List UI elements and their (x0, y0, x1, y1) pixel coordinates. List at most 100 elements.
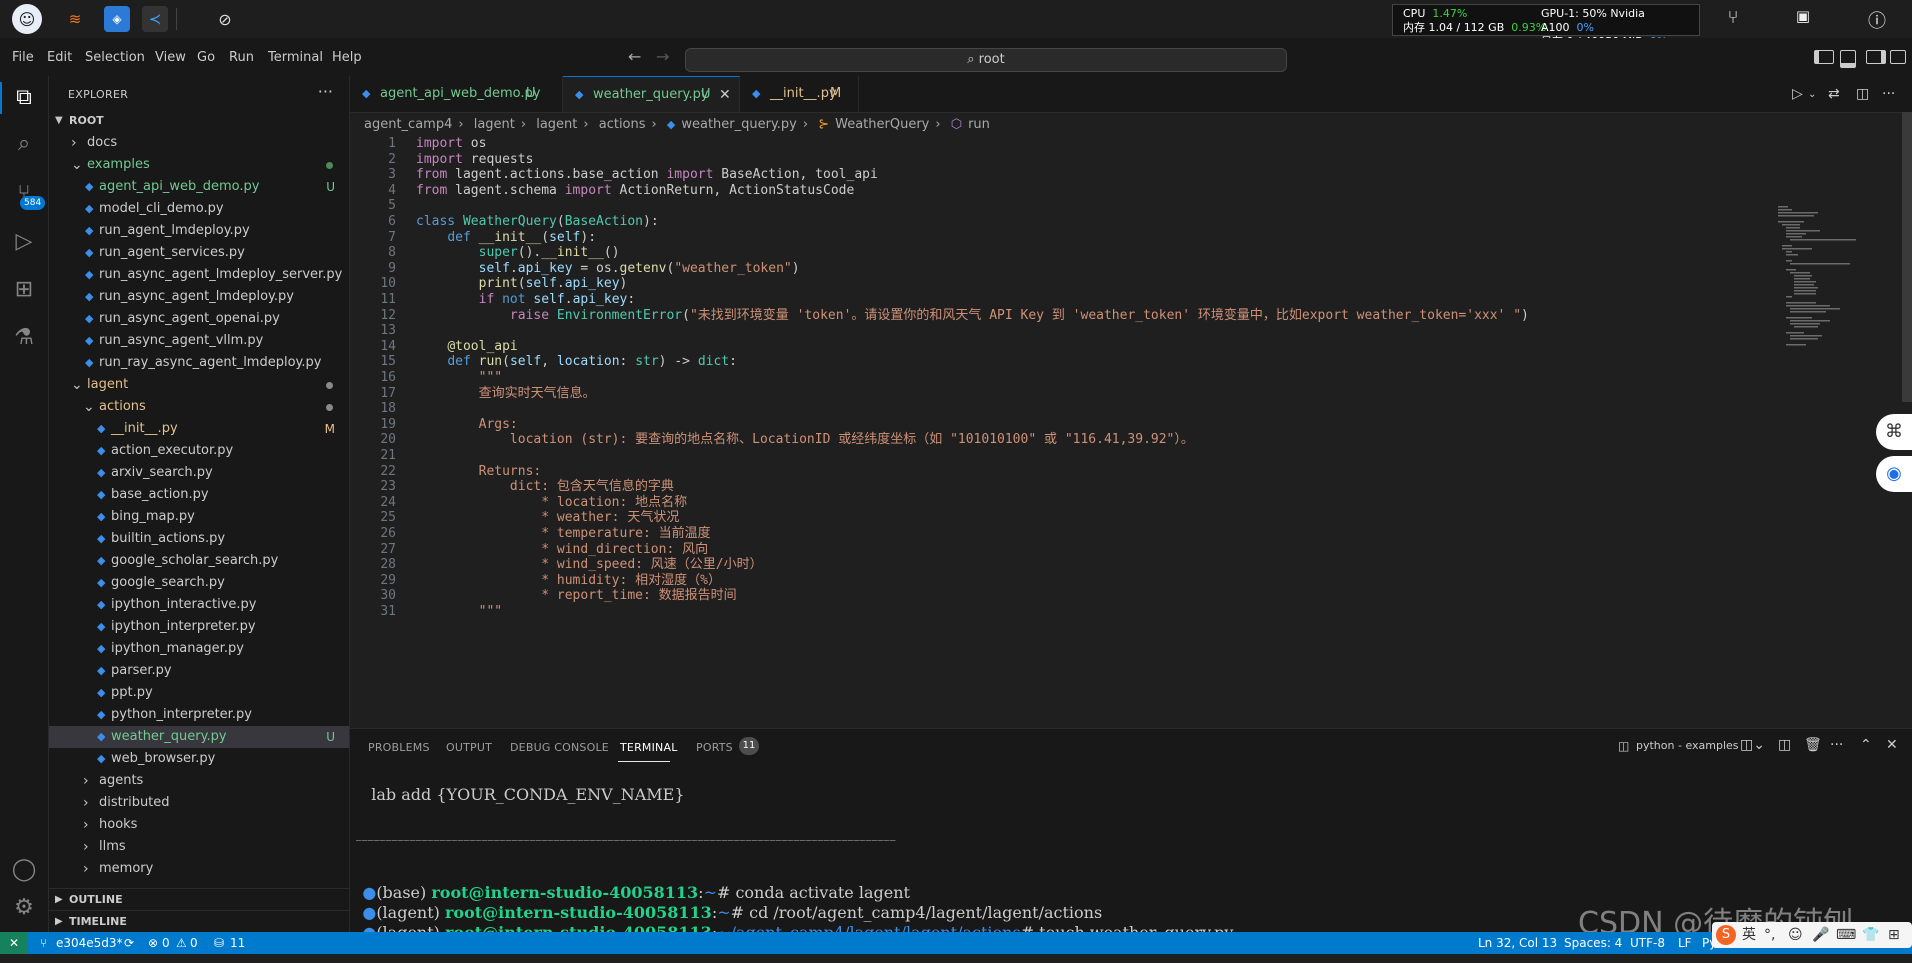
tab-agent-api-web-demo[interactable]: ◆ agent_api_web_demo.py U (350, 76, 563, 112)
tree-file[interactable]: ◆ run_async_agent_openai.py (49, 308, 349, 330)
tree-file[interactable]: ◆ weather_query.py U (49, 726, 349, 748)
manage-gear-icon[interactable]: ⚙ (10, 894, 38, 922)
tree-folder[interactable]: › distributed (49, 792, 349, 814)
minimap[interactable] (1778, 206, 1858, 356)
split-editor-icon[interactable]: ◫ (1856, 86, 1869, 102)
more-actions-icon[interactable]: ··· (1830, 737, 1843, 753)
jupyter-icon[interactable]: ≋ (62, 6, 88, 32)
accounts-icon[interactable]: ◯ (10, 856, 38, 884)
tree-file[interactable]: ◆ model_cli_demo.py (49, 198, 349, 220)
toggle-secondary-sidebar-icon[interactable] (1866, 50, 1886, 64)
tree-file[interactable]: ◆ arxiv_search.py (49, 462, 349, 484)
tree-folder[interactable]: ⌄ actions (49, 396, 349, 418)
menu-file[interactable]: File (12, 50, 34, 65)
more-actions-icon[interactable]: ··· (318, 82, 333, 101)
search-view-icon[interactable]: ⌕ (10, 130, 38, 158)
customize-layout-icon[interactable] (1890, 50, 1906, 64)
root-folder[interactable]: ▼ ROOT (49, 110, 349, 132)
trash-icon[interactable]: 🗑 (1804, 737, 1822, 753)
run-debug-icon[interactable]: ▷ (10, 228, 38, 256)
menu-selection[interactable]: Selection (85, 50, 145, 65)
ime-toolbar[interactable]: S 英 °, ☺ 🎤 ⌨ 👕 ⊞ (1712, 922, 1912, 948)
breadcrumb-item[interactable]: agent_camp4 (364, 117, 452, 132)
menu-run[interactable]: Run (229, 50, 254, 65)
tree-folder[interactable]: › hooks (49, 814, 349, 836)
tree-file[interactable]: ◆ run_agent_lmdeploy.py (49, 220, 349, 242)
menu-terminal[interactable]: Terminal (268, 50, 323, 65)
back-arrow-icon[interactable]: ← (628, 47, 641, 66)
cursor-position[interactable]: Ln 32, Col 13 (1478, 932, 1557, 954)
info-icon[interactable]: ⓘ (1864, 7, 1890, 32)
code-view[interactable]: 1 import os 2 import requests 3 from lagent.a… (350, 133, 1770, 728)
tree-folder[interactable]: › memory (49, 858, 349, 880)
breadcrumb-item[interactable]: lagent (536, 117, 577, 132)
chevron-down-icon[interactable]: ⌄ (1808, 89, 1816, 100)
tree-file[interactable]: ◆ action_executor.py (49, 440, 349, 462)
tree-file[interactable]: ◆ ppt.py (49, 682, 349, 704)
intern-logo-icon[interactable]: ☺ (12, 4, 42, 34)
tree-file[interactable]: ◆ ipython_manager.py (49, 638, 349, 660)
scrollbar-thumb[interactable] (1902, 112, 1912, 402)
breadcrumb-item[interactable]: WeatherQuery (835, 117, 929, 132)
tree-file[interactable]: ◆ web_browser.py (49, 748, 349, 770)
tree-file[interactable]: ◆ run_async_agent_vllm.py (49, 330, 349, 352)
menu-view[interactable]: View (155, 50, 186, 65)
menu-go[interactable]: Go (197, 50, 215, 65)
close-panel-icon[interactable]: ✕ (1886, 737, 1898, 753)
toggle-sidebar-icon[interactable] (1814, 50, 1834, 64)
branch-name[interactable]: e304e5d3* (56, 932, 123, 954)
tree-file[interactable]: ◆ ipython_interactive.py (49, 594, 349, 616)
run-python-icon[interactable]: ▷ (1792, 86, 1803, 102)
tree-file[interactable]: ◆ agent_api_web_demo.py U (49, 176, 349, 198)
more-actions-icon[interactable]: ··· (1882, 86, 1895, 102)
tree-folder[interactable]: › llms (49, 836, 349, 858)
breadcrumb-item[interactable]: lagent (474, 117, 515, 132)
tree-file[interactable]: ◆ run_ray_async_agent_lmdeploy.py (49, 352, 349, 374)
tree-file[interactable]: ◆ __init__.py M (49, 418, 349, 440)
warning-icon[interactable]: ⚠ (176, 932, 187, 954)
vscode-icon[interactable]: ≺ (142, 6, 168, 32)
tab-weather-query[interactable]: ◆ weather_query.py U ✕ (563, 76, 740, 112)
command-center-search[interactable]: ⌕ root (685, 48, 1287, 72)
menu-help[interactable]: Help (332, 50, 362, 65)
tree-file[interactable]: ◆ ipython_interpreter.py (49, 616, 349, 638)
tree-folder[interactable]: › docs (49, 132, 349, 154)
ports-icon[interactable]: ⛁ (214, 932, 224, 954)
assistant-float-icon[interactable]: ⌘ (1876, 414, 1912, 450)
breadcrumb-item[interactable]: actions (599, 117, 646, 132)
menu-edit[interactable]: Edit (47, 50, 72, 65)
tab-problems[interactable]: PROBLEMS (368, 741, 430, 754)
tab-ports[interactable]: PORTS (696, 741, 733, 754)
tree-file[interactable]: ◆ google_scholar_search.py (49, 550, 349, 572)
tree-file[interactable]: ◆ python_interpreter.py (49, 704, 349, 726)
indentation[interactable]: Spaces: 4 (1564, 932, 1622, 954)
tree-file[interactable]: ◆ bing_map.py (49, 506, 349, 528)
split-panel-icon[interactable]: ◫ (1778, 737, 1791, 753)
editor-scrollbar[interactable] (1900, 112, 1912, 672)
fork-icon[interactable]: ⑂ (1720, 7, 1746, 31)
tree-file[interactable]: ◆ run_async_agent_lmdeploy_server.py (49, 264, 349, 286)
tree-file[interactable]: ◆ run_agent_services.py (49, 242, 349, 264)
timeline-section[interactable]: ▶ TIMELINE (49, 910, 349, 933)
breadcrumb-item[interactable]: weather_query.py (681, 117, 797, 132)
tree-folder[interactable]: ⌄ lagent (49, 374, 349, 396)
tree-file[interactable]: ◆ base_action.py (49, 484, 349, 506)
tab-output[interactable]: OUTPUT (446, 741, 492, 754)
outline-section[interactable]: ▶ OUTLINE (49, 888, 349, 911)
tree-folder[interactable]: ⌄ examples (49, 154, 349, 176)
tree-folder[interactable]: › agents (49, 770, 349, 792)
compare-icon[interactable]: ⇄ (1828, 86, 1840, 102)
remote-indicator-icon[interactable]: ✕ (0, 932, 28, 954)
maximize-panel-icon[interactable]: ⌃ (1860, 737, 1872, 753)
tab-terminal[interactable]: TERMINAL (620, 741, 678, 754)
vscode-web-icon[interactable]: ◈ (104, 6, 130, 32)
sync-icon[interactable]: ⟳ (124, 932, 134, 954)
extensions-icon[interactable]: ⊞ (10, 276, 38, 304)
close-icon[interactable]: ✕ (719, 77, 731, 113)
forward-arrow-icon[interactable]: → (656, 47, 669, 66)
error-icon[interactable]: ⊗ (148, 932, 158, 954)
compass-icon[interactable]: ⊘ (212, 6, 238, 32)
screenshot-icon[interactable]: ▣ (1790, 7, 1816, 31)
tree-file[interactable]: ◆ builtin_actions.py (49, 528, 349, 550)
encoding[interactable]: UTF-8 (1630, 932, 1665, 954)
